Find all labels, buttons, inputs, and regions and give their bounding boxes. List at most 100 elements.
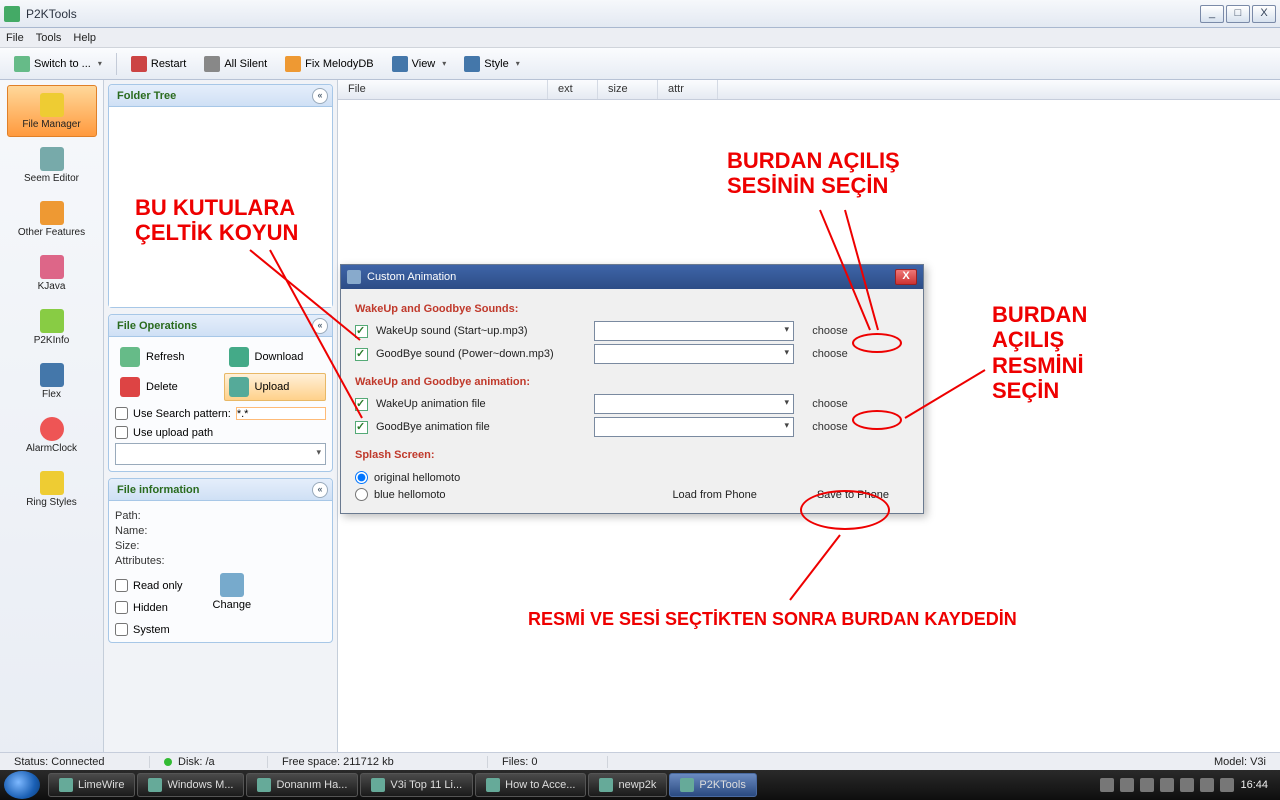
wakeup-sound-choose[interactable]: choose [802,325,858,337]
bell-icon [40,471,64,495]
restart-button[interactable]: Restart [123,52,194,76]
view-icon [392,56,408,72]
nav-file-manager[interactable]: File Manager [7,85,97,137]
tray-icon[interactable] [1160,778,1174,792]
taskbar-item-active[interactable]: P2KTools [669,773,756,797]
splash-blue-radio[interactable] [355,488,368,501]
menu-help[interactable]: Help [73,32,96,44]
tray-icon[interactable] [1100,778,1114,792]
taskbar-item[interactable]: newp2k [588,773,667,797]
splash-blue-label: blue hellomoto [374,489,446,501]
app-icon [59,778,73,792]
collapse-tree-button[interactable]: « [312,88,328,104]
file-list-header: File ext size attr [338,80,1280,100]
col-ext[interactable]: ext [548,80,598,99]
col-attr[interactable]: attr [658,80,718,99]
minimize-button[interactable]: _ [1200,5,1224,23]
goodbye-sound-combo[interactable] [594,344,794,364]
search-pattern-label: Use Search pattern: [133,408,231,420]
tray-icon[interactable] [1200,778,1214,792]
upload-path-label: Use upload path [133,427,213,439]
app-icon [148,778,162,792]
load-from-phone-button[interactable]: Load from Phone [672,489,756,501]
refresh-label: Refresh [146,351,185,363]
allsilent-button[interactable]: All Silent [196,52,275,76]
window-titlebar: P2KTools _ □ X [0,0,1280,28]
col-file[interactable]: File [338,80,548,99]
fixmelody-button[interactable]: Fix MelodyDB [277,52,381,76]
collapse-ops-button[interactable]: « [312,318,328,334]
search-pattern-input[interactable] [236,407,326,420]
maximize-button[interactable]: □ [1226,5,1250,23]
save-to-phone-button[interactable]: Save to Phone [817,489,889,501]
taskbar-item[interactable]: Donanım Ha... [246,773,358,797]
goodbye-anim-combo[interactable] [594,417,794,437]
dialog-titlebar[interactable]: Custom Animation X [341,265,923,289]
wakeup-anim-combo[interactable] [594,394,794,414]
taskbar-item[interactable]: Windows M... [137,773,244,797]
download-label: Download [255,351,304,363]
tray-icon[interactable] [1180,778,1194,792]
nav-file-manager-label: File Manager [22,119,80,130]
upload-button[interactable]: Upload [224,373,327,401]
dialog-icon [347,270,361,284]
search-pattern-checkbox[interactable] [115,407,128,420]
left-nav: File Manager Seem Editor Other Features … [0,80,104,762]
folder-tree-body[interactable] [109,107,332,307]
col-size[interactable]: size [598,80,658,99]
view-button[interactable]: View [384,52,455,76]
wakeup-anim-choose[interactable]: choose [802,398,858,410]
upload-path-combo[interactable] [115,443,326,465]
taskbar-label: V3i Top 11 Li... [390,779,462,791]
toolbar: Switch to ... Restart All Silent Fix Mel… [0,48,1280,80]
nav-other-features[interactable]: Other Features [7,193,97,245]
menu-tools[interactable]: Tools [36,32,62,44]
taskbar-item[interactable]: V3i Top 11 Li... [360,773,473,797]
hidden-checkbox[interactable] [115,601,128,614]
wakeup-anim-checkbox[interactable] [355,398,368,411]
style-button[interactable]: Style [456,52,527,76]
nav-p2kinfo[interactable]: P2KInfo [7,301,97,353]
taskbar-item[interactable]: How to Acce... [475,773,586,797]
goodbye-sound-checkbox[interactable] [355,348,368,361]
upload-path-checkbox[interactable] [115,426,128,439]
tray-icon[interactable] [1220,778,1234,792]
goodbye-sound-choose[interactable]: choose [802,348,858,360]
delete-button[interactable]: Delete [115,373,218,401]
status-connection: Status: Connected [0,756,150,768]
splash-heading: Splash Screen: [355,449,909,461]
goodbye-anim-checkbox[interactable] [355,421,368,434]
nav-alarmclock[interactable]: AlarmClock [7,409,97,461]
info-size: Size: [115,540,326,552]
nav-seem-label: Seem Editor [24,173,79,184]
taskbar-clock[interactable]: 16:44 [1240,779,1268,791]
taskbar-item[interactable]: LimeWire [48,773,135,797]
wakeup-sound-combo[interactable] [594,321,794,341]
dialog-close-button[interactable]: X [895,269,917,285]
switch-button[interactable]: Switch to ... [6,52,110,76]
menubar: File Tools Help [0,28,1280,48]
nav-flex[interactable]: Flex [7,355,97,407]
refresh-button[interactable]: Refresh [115,343,218,371]
wakeup-sound-checkbox[interactable] [355,325,368,338]
readonly-checkbox[interactable] [115,579,128,592]
nav-seem-editor[interactable]: Seem Editor [7,139,97,191]
status-model: Model: V3i [1200,756,1280,768]
collapse-info-button[interactable]: « [312,482,328,498]
refresh-icon [120,347,140,367]
change-button[interactable]: Change [213,573,252,636]
goodbye-anim-choose[interactable]: choose [802,421,858,433]
tray-icon[interactable] [1120,778,1134,792]
nav-kjava[interactable]: KJava [7,247,97,299]
download-button[interactable]: Download [224,343,327,371]
start-button[interactable] [4,771,40,799]
folder-tree-title: Folder Tree [117,90,176,102]
nav-ring-styles[interactable]: Ring Styles [7,463,97,515]
splash-original-radio[interactable] [355,471,368,484]
menu-file[interactable]: File [6,32,24,44]
file-info-title: File information [117,484,200,496]
tray-icon[interactable] [1140,778,1154,792]
file-ops-title: File Operations [117,320,197,332]
close-button[interactable]: X [1252,5,1276,23]
system-checkbox[interactable] [115,623,128,636]
